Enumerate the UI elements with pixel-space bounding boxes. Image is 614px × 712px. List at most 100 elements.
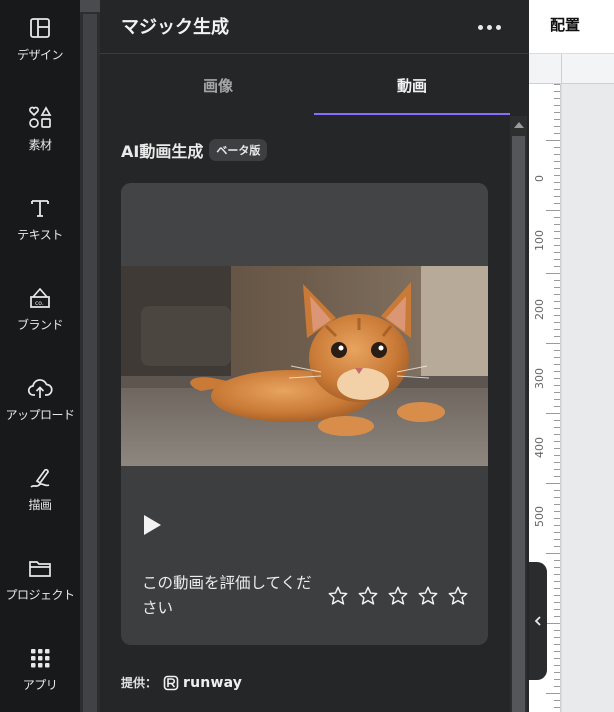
ruler-tick — [554, 371, 560, 372]
ruler-tick — [554, 329, 560, 330]
canvas-area: 配置 01002003004005006000 — [529, 0, 614, 712]
ruler-tick — [554, 637, 560, 638]
rail-item-projects[interactable]: プロジェクト — [0, 554, 80, 624]
ruler-tick — [554, 525, 560, 526]
ruler-tick — [554, 672, 560, 673]
ruler-tick — [554, 546, 560, 547]
folder-icon — [26, 554, 54, 582]
ruler-tick — [554, 616, 560, 617]
star-icon[interactable] — [357, 585, 379, 607]
runway-logo-icon — [163, 675, 179, 690]
ruler-tick — [554, 322, 560, 323]
ruler-tick — [554, 336, 560, 337]
ruler-tick — [554, 392, 560, 393]
ruler-tick — [546, 210, 560, 211]
kitten-image — [121, 266, 488, 466]
rail-item-text[interactable]: テキスト — [0, 194, 80, 264]
ruler-tick — [554, 630, 560, 631]
ruler-tick — [554, 154, 560, 155]
runway-link[interactable]: runway — [163, 675, 242, 691]
tab-bar: 画像 動画 — [100, 55, 529, 115]
ruler-tick — [554, 112, 560, 113]
ruler-tick — [554, 308, 560, 309]
text-icon — [26, 194, 54, 222]
generated-video-thumbnail[interactable] — [121, 266, 488, 466]
magic-generate-panel: マジック生成 画像 動画 AI動画生成 ベータ版 この動画を評価してください 提… — [100, 0, 529, 712]
ruler-tick — [554, 476, 560, 477]
play-button[interactable] — [141, 513, 163, 537]
star-icon[interactable] — [417, 585, 439, 607]
ruler-tick — [554, 378, 560, 379]
star-icon[interactable] — [387, 585, 409, 607]
panel-header: マジック生成 — [100, 0, 529, 54]
ruler-tick — [554, 133, 560, 134]
ruler-tick — [554, 238, 560, 239]
beta-badge: ベータ版 — [209, 139, 268, 161]
ruler-tick — [554, 497, 560, 498]
ruler-tick — [554, 511, 560, 512]
tab-video[interactable]: 動画 — [314, 55, 510, 115]
star-icon[interactable] — [447, 585, 469, 607]
rail-item-brand[interactable]: co. ブランド — [0, 284, 80, 354]
ruler-tick — [546, 483, 560, 484]
ruler-tick — [546, 343, 560, 344]
collapse-panel-button[interactable] — [529, 562, 547, 680]
scroll-thumb[interactable] — [512, 136, 525, 712]
position-button[interactable]: 配置 — [550, 14, 580, 35]
ruler-tick — [554, 644, 560, 645]
ruler-tick — [554, 455, 560, 456]
panel-title: マジック生成 — [121, 17, 229, 38]
ruler-tick — [554, 294, 560, 295]
tab-image[interactable]: 画像 — [120, 55, 316, 115]
rail-item-draw[interactable]: 描画 — [0, 464, 80, 534]
ruler-tick — [554, 161, 560, 162]
ruler-tick — [554, 518, 560, 519]
ruler-label: 500 — [533, 506, 546, 527]
side-rail: デザイン 素材 テキスト co. ブランド アップロード 描画 プロジェクト ア… — [0, 0, 80, 712]
ruler-tick — [554, 126, 560, 127]
ruler-tick — [554, 686, 560, 687]
ruler-tick — [554, 224, 560, 225]
ruler-tick — [554, 707, 560, 708]
resize-handle-top[interactable] — [80, 0, 100, 12]
ruler-tick — [554, 679, 560, 680]
scroll-up-arrow-icon[interactable] — [514, 122, 524, 128]
panel-resize-track[interactable] — [80, 0, 100, 712]
ruler-tick — [554, 490, 560, 491]
panel-scrollbar[interactable] — [510, 116, 527, 712]
rail-item-elements[interactable]: 素材 — [0, 104, 80, 174]
star-icon[interactable] — [327, 585, 349, 607]
ruler-tick — [554, 105, 560, 106]
ruler-label: 200 — [533, 299, 546, 320]
ruler-tick — [554, 280, 560, 281]
section-title-text: AI動画生成 — [121, 142, 204, 161]
ruler-tick — [554, 427, 560, 428]
ruler-tick — [554, 420, 560, 421]
ruler-tick — [554, 98, 560, 99]
ruler-tick — [554, 385, 560, 386]
rail-item-design[interactable]: デザイン — [0, 14, 80, 84]
rail-item-apps[interactable]: アプリ — [0, 644, 80, 712]
video-result-card: この動画を評価してください — [121, 183, 488, 645]
ruler-tick — [554, 287, 560, 288]
ruler-tick — [554, 315, 560, 316]
rail-item-upload[interactable]: アップロード — [0, 374, 80, 444]
draw-icon — [26, 464, 54, 492]
star-rating[interactable] — [327, 585, 469, 607]
ruler-tick — [554, 84, 560, 85]
ruler-tick — [546, 273, 560, 274]
elements-icon — [26, 104, 54, 132]
svg-text:co.: co. — [35, 300, 44, 307]
resize-thumb[interactable] — [83, 14, 97, 712]
play-icon — [144, 515, 161, 535]
ruler-tick — [554, 301, 560, 302]
more-options-button[interactable] — [474, 16, 504, 38]
ruler-tick — [546, 623, 560, 624]
ruler-tick — [554, 217, 560, 218]
provider-credit: 提供： runway — [121, 674, 242, 691]
ruler-tick — [554, 567, 560, 568]
ruler-tick — [554, 91, 560, 92]
ruler-tick — [554, 588, 560, 589]
brand-icon: co. — [26, 284, 54, 312]
chevron-left-icon — [534, 616, 541, 626]
